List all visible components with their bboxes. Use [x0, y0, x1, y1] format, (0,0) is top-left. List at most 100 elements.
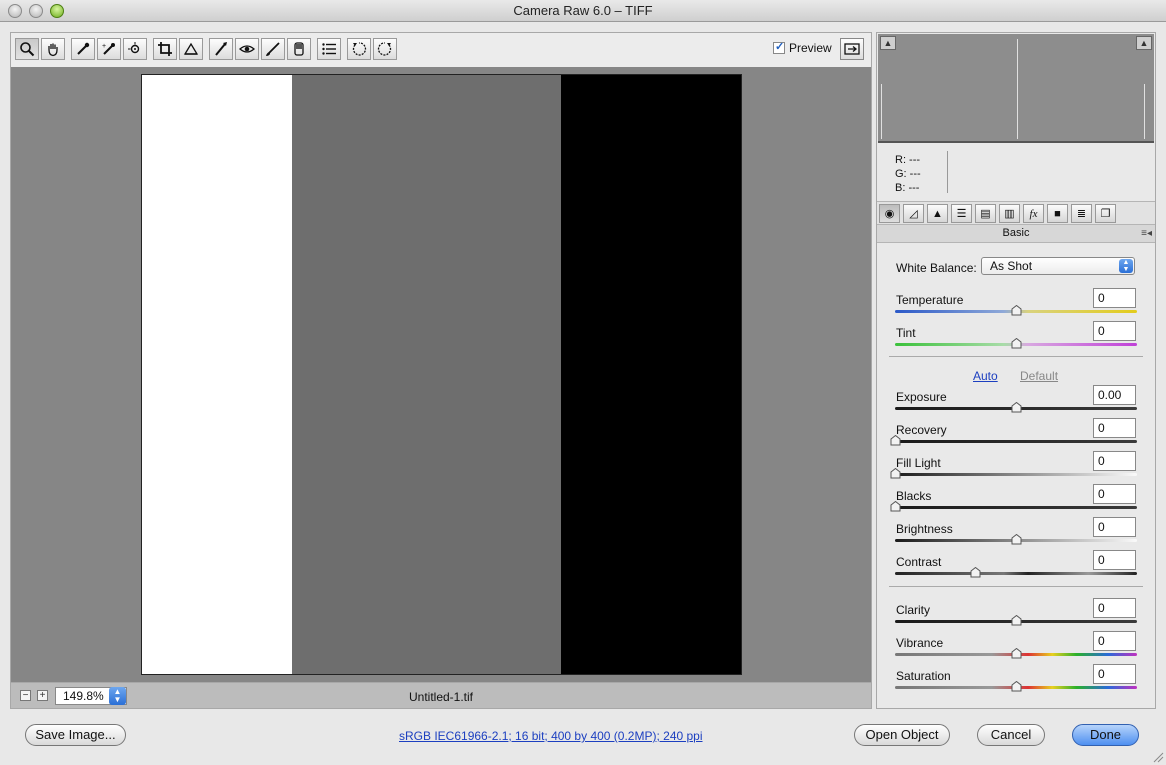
saturation-value-field[interactable]: 0 — [1093, 664, 1136, 684]
clarity-slider-thumb[interactable] — [1011, 615, 1022, 626]
workflow-options-link[interactable]: sRGB IEC61966-2.1; 16 bit; 400 by 400 (0… — [399, 729, 703, 743]
preview-label: Preview — [789, 41, 832, 55]
white-balance-select[interactable]: As Shot ▲ ▼ — [981, 257, 1135, 275]
tab-snapshots[interactable]: ❐ — [1095, 204, 1116, 223]
rotate-ccw-tool[interactable] — [347, 38, 371, 60]
rotate-ccw-icon — [352, 42, 367, 56]
tone-curve-icon: ◿ — [909, 208, 918, 220]
tab-lens-corrections[interactable]: ▥ — [999, 204, 1020, 223]
presets-icon: ≣ — [1076, 208, 1087, 220]
status-bar: − + 149.8% ▲ ▼ Untitled-1.tif — [10, 682, 872, 709]
default-link[interactable]: Default — [1020, 369, 1058, 383]
zoom-tool[interactable] — [15, 38, 39, 60]
panel-header: Basic ≡◂ — [877, 225, 1155, 243]
spot-removal-tool[interactable] — [209, 38, 233, 60]
adjustments-panel: ▲ ▲ R: --- G: --- B: --- ◉ ◿ ▲ ☰ ▤ ▥ fx … — [876, 32, 1156, 709]
shadow-clipping-button[interactable]: ▲ — [880, 36, 896, 50]
tint-value-field[interactable]: 0 — [1093, 321, 1136, 341]
straighten-tool[interactable] — [179, 38, 203, 60]
tab-basic[interactable]: ◉ — [879, 204, 900, 223]
blacks-slider-thumb[interactable] — [890, 501, 901, 512]
temperature-value-field[interactable]: 0 — [1093, 288, 1136, 308]
crop-tool[interactable] — [153, 38, 177, 60]
color-sampler-icon: + — [102, 43, 115, 55]
vibrance-slider-thumb[interactable] — [1011, 648, 1022, 659]
tab-presets[interactable]: ≣ — [1071, 204, 1092, 223]
tab-hsl[interactable]: ☰ — [951, 204, 972, 223]
b-value: B: --- — [895, 182, 920, 194]
dialog-body: + Prev — [0, 22, 1166, 765]
spot-removal-icon — [215, 42, 227, 56]
temperature-label: Temperature — [896, 293, 964, 307]
tab-split-toning[interactable]: ▤ — [975, 204, 996, 223]
recovery-value-field[interactable]: 0 — [1093, 418, 1136, 438]
resize-grip-icon[interactable] — [1153, 752, 1164, 763]
fullscreen-button[interactable] — [840, 38, 864, 60]
toolbar: + Prev — [10, 32, 872, 67]
histogram-peak-midtones — [1017, 39, 1018, 139]
white-balance-tool[interactable] — [71, 38, 95, 60]
fullscreen-icon — [844, 43, 860, 55]
blacks-slider-track[interactable] — [895, 506, 1137, 509]
histogram-peak-highlights — [1144, 84, 1145, 139]
white-balance-icon — [77, 42, 90, 55]
fill-light-slider-track[interactable] — [895, 473, 1137, 476]
red-eye-tool[interactable] — [235, 38, 259, 60]
brightness-value-field[interactable]: 0 — [1093, 517, 1136, 537]
auto-link[interactable]: Auto — [973, 369, 998, 383]
preview-toggle[interactable]: Preview — [773, 40, 832, 55]
blacks-label: Blacks — [896, 489, 932, 503]
effects-icon: fx — [1029, 207, 1038, 220]
done-button[interactable]: Done — [1072, 724, 1139, 746]
targeted-adjustment-icon — [128, 42, 140, 54]
saturation-slider-thumb[interactable] — [1011, 681, 1022, 692]
targeted-adjustment-tool[interactable] — [123, 38, 147, 60]
tab-detail[interactable]: ▲ — [927, 204, 948, 223]
contrast-label: Contrast — [896, 555, 942, 569]
clarity-value-field[interactable]: 0 — [1093, 598, 1136, 618]
graduated-filter-icon — [294, 42, 304, 56]
exposure-value-field[interactable]: 0.00 — [1093, 385, 1136, 405]
cancel-button[interactable]: Cancel — [977, 724, 1045, 746]
open-object-button[interactable]: Open Object — [854, 724, 950, 746]
image-preview[interactable] — [141, 74, 742, 675]
r-value: R: --- — [895, 154, 921, 166]
camera-calibration-icon: ■ — [1054, 207, 1061, 220]
title-bar: Camera Raw 6.0 – TIFF — [0, 0, 1166, 22]
recovery-slider-track[interactable] — [895, 440, 1137, 443]
color-sampler-tool[interactable]: + — [97, 38, 121, 60]
adjustment-brush-tool[interactable] — [261, 38, 285, 60]
fill-light-slider-thumb[interactable] — [890, 468, 901, 479]
snapshots-icon: ❐ — [1100, 208, 1111, 220]
recovery-slider-thumb[interactable] — [890, 435, 901, 446]
highlight-clipping-button[interactable]: ▲ — [1136, 36, 1152, 50]
tab-tone-curve[interactable]: ◿ — [903, 204, 924, 223]
crop-icon — [158, 42, 172, 56]
select-arrows-icon: ▲ ▼ — [1119, 259, 1133, 273]
tint-slider-thumb[interactable] — [1011, 338, 1022, 349]
fill-light-label: Fill Light — [896, 456, 941, 470]
contrast-slider-thumb[interactable] — [970, 567, 981, 578]
tab-camera-calibration[interactable]: ■ — [1047, 204, 1068, 223]
image-canvas[interactable] — [10, 67, 872, 682]
fill-light-value-field[interactable]: 0 — [1093, 451, 1136, 471]
temperature-slider-thumb[interactable] — [1011, 305, 1022, 316]
histogram-peak-shadows — [881, 84, 882, 139]
rotate-cw-tool[interactable] — [373, 38, 397, 60]
tab-effects[interactable]: fx — [1023, 204, 1044, 223]
rgb-readout: R: --- G: --- B: --- — [895, 153, 921, 195]
graduated-filter-tool[interactable] — [287, 38, 311, 60]
contrast-value-field[interactable]: 0 — [1093, 550, 1136, 570]
image-strip-gray — [292, 75, 561, 674]
save-image-button[interactable]: Save Image... — [25, 724, 126, 746]
contrast-slider-track[interactable] — [895, 572, 1137, 575]
brightness-slider-thumb[interactable] — [1011, 534, 1022, 545]
hsl-icon: ☰ — [956, 208, 967, 220]
exposure-slider-thumb[interactable] — [1011, 402, 1022, 413]
blacks-value-field[interactable]: 0 — [1093, 484, 1136, 504]
preferences-tool[interactable] — [317, 38, 341, 60]
panel-menu-icon[interactable]: ≡◂ — [1141, 225, 1152, 242]
hand-tool[interactable] — [41, 38, 65, 60]
preview-checkbox[interactable] — [773, 40, 785, 54]
vibrance-value-field[interactable]: 0 — [1093, 631, 1136, 651]
